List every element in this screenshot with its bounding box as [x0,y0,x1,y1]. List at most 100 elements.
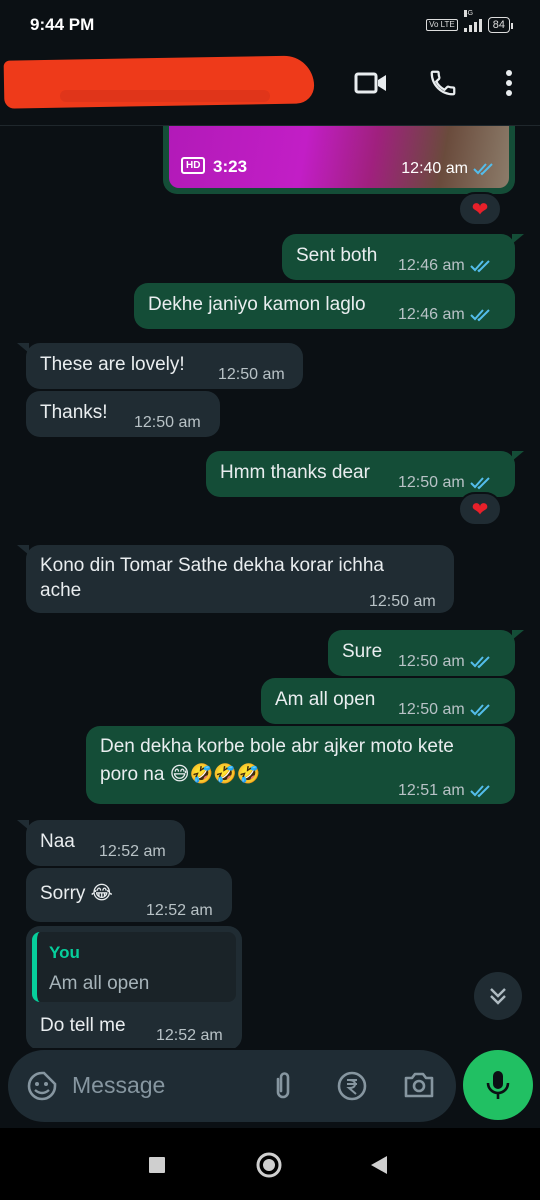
message-time: 12:50 am [398,653,465,670]
status-icons: Vo LTE 4G 84 [426,10,514,33]
voice-message-button[interactable] [463,1050,533,1120]
video-call-button[interactable] [354,66,388,100]
outgoing-message[interactable]: Sent both 12:46 am [282,234,524,280]
read-ticks-icon [470,308,490,321]
incoming-message[interactable]: Kono din Tomar Sathe dekha korar ichha a… [17,545,454,614]
sticker-button[interactable] [26,1070,58,1107]
incoming-message[interactable]: Naa 12:52 am [17,820,185,866]
message-text: Thanks! [40,402,108,423]
read-ticks-icon [470,476,490,489]
message-text: Naa [40,831,75,852]
payment-button[interactable] [336,1070,368,1107]
square-icon [149,1157,165,1173]
heart-reaction[interactable]: ❤ [458,192,502,226]
message-text: Sorry 😂 [40,883,113,904]
video-camera-icon [354,72,386,94]
message-text-line-1: Kono din Tomar Sathe dekha korar ichha [40,555,384,576]
network-type-label: 4G [463,10,474,17]
message-input[interactable]: Message [72,1072,165,1099]
incoming-reply-message[interactable]: You Am all open Do tell me 12:52 am [26,926,242,1048]
message-text: Do tell me [40,1015,126,1036]
outgoing-message[interactable]: Dekhe janiyo kamon laglo 12:46 am [134,283,515,329]
quote-text: Am all open [49,973,150,994]
message-time: 12:50 am [134,414,201,431]
message-meta: 12:46 am [398,302,492,327]
sticker-icon [27,1071,57,1101]
incoming-message[interactable]: Sorry 😂 12:52 am [26,868,232,922]
camera-icon [404,1072,434,1098]
message-text-line-2: ache [40,580,82,601]
voice-call-button[interactable] [426,66,460,100]
message-text: These are lovely! [40,354,185,375]
read-ticks-icon [470,703,490,716]
chat-messages[interactable]: HD 3:23 12:40 am ❤ Sent both 12:46 am De… [0,126,540,1048]
bubble-tail [512,630,524,640]
read-ticks-icon [470,655,490,668]
message-meta: 12:50 am [398,649,492,674]
read-ticks-icon [470,784,490,797]
read-ticks-icon [470,259,490,272]
double-chevron-down-icon [490,988,506,1005]
bubble-tail [17,820,29,830]
system-navigation-bar [0,1128,540,1200]
message-text-line-1: Den dekha korbe bole abr ajker moto kete [100,736,454,757]
kebab-menu-icon [506,70,512,96]
bubble-tail [512,234,524,244]
outgoing-message[interactable]: Am all open 12:50 am [261,678,515,724]
battery-icon: 84 [487,17,514,33]
bubble-tail [512,451,524,461]
read-ticks-icon [473,163,493,176]
message-time: 12:52 am [156,1027,223,1044]
phone-icon [430,70,456,96]
outgoing-message[interactable]: Den dekha korbe bole abr ajker moto kete… [86,726,515,804]
paperclip-icon [276,1072,290,1099]
message-meta: 12:51 am [398,778,492,803]
video-message[interactable]: HD 3:23 12:40 am [163,126,515,194]
volte-icon: Vo LTE [426,19,458,31]
status-time: 9:44 PM [30,15,95,34]
microphone-icon [486,1071,510,1099]
message-time: 12:46 am [398,306,465,323]
message-text-line-2: poro na 😅🤣🤣🤣 [100,764,261,785]
message-time: 12:50 am [218,366,285,383]
chat-header [0,50,540,126]
message-time: 12:50 am [398,474,465,491]
circle-icon [256,1152,282,1178]
more-options-button[interactable] [492,66,526,100]
message-time: 12:46 am [398,257,465,274]
home-button[interactable] [254,1150,284,1180]
signal-icon: 4G [463,10,482,32]
camera-button[interactable] [402,1070,436,1105]
back-button[interactable] [364,1150,394,1180]
message-text: Am all open [275,689,376,710]
message-time: 12:52 am [99,843,166,860]
message-composer: Message [8,1050,456,1122]
incoming-message[interactable]: These are lovely! 12:50 am [17,343,303,389]
message-text: Dekhe janiyo kamon laglo [148,294,366,315]
redaction-mark [60,90,270,102]
message-meta: 12:52 am [146,898,213,923]
rupee-icon [337,1071,367,1101]
recents-button[interactable] [142,1150,172,1180]
outgoing-message[interactable]: Sure 12:50 am [328,630,524,676]
message-text: Sent both [296,245,378,266]
attach-button[interactable] [268,1070,298,1107]
bubble-tail [17,545,29,555]
message-time: 12:50 am [398,701,465,718]
quoted-message[interactable]: You Am all open [32,932,236,1002]
scroll-to-bottom-button[interactable] [474,972,522,1020]
heart-reaction[interactable]: ❤ [458,492,502,526]
incoming-message[interactable]: Thanks! 12:50 am [26,391,220,437]
message-meta: 12:50 am [369,589,436,614]
message-text: Sure [342,641,383,662]
video-thumbnail[interactable]: HD 3:23 12:40 am [169,126,509,188]
quote-author: You [49,943,80,962]
status-bar: 9:44 PM Vo LTE 4G 84 [0,0,540,50]
hd-badge: HD [181,157,206,174]
bubble-tail [17,343,29,353]
message-meta: 12:50 am [218,362,285,387]
message-time: 12:40 am [401,160,468,177]
outgoing-message[interactable]: Hmm thanks dear 12:50 am [206,451,524,497]
video-duration: 3:23 [213,157,248,176]
message-meta: 12:50 am [398,697,492,722]
